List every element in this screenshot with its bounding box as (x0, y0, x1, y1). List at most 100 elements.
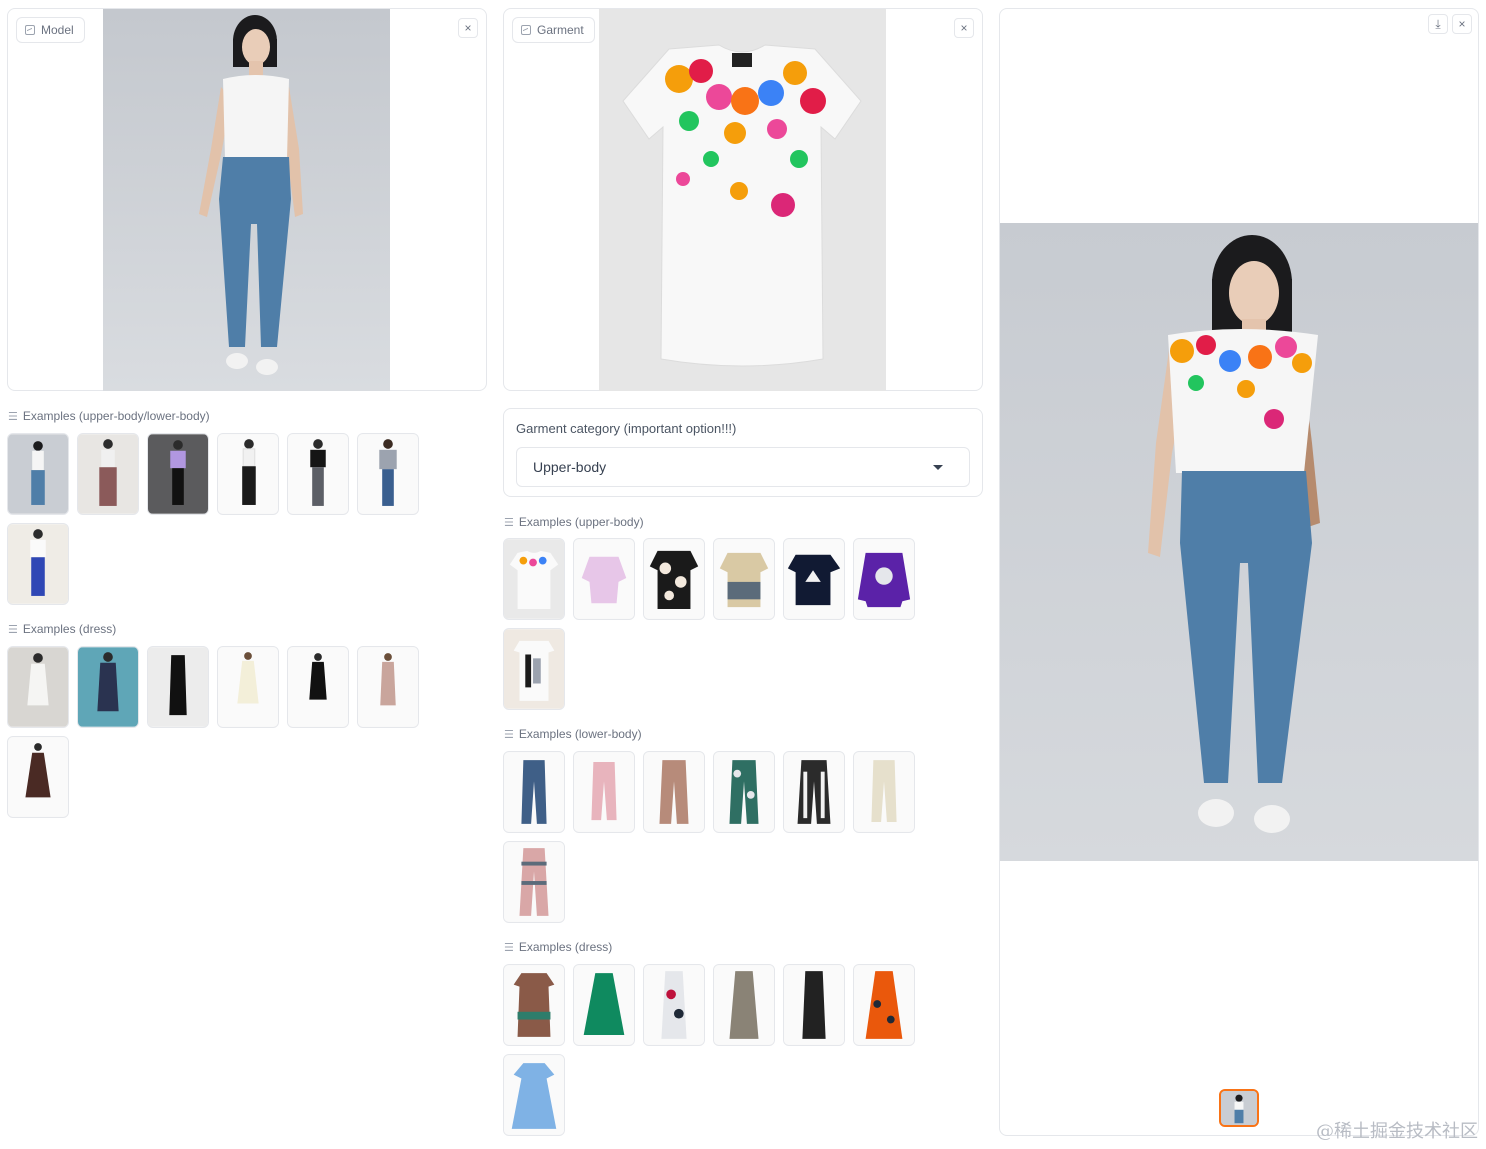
watermark: @稀土掘金技术社区 (1316, 1121, 1478, 1142)
result-image-panel: ⤓ × (999, 8, 1479, 1136)
example-garment-image (784, 752, 844, 832)
download-button[interactable]: ⤓ (1428, 14, 1448, 34)
example-model-image (288, 434, 348, 514)
example-garment-image (644, 752, 704, 832)
model-label-text: Model (41, 23, 74, 37)
example-model-image (218, 434, 278, 514)
example-model-image (218, 647, 278, 727)
example-garment-image (784, 539, 844, 619)
image-icon (25, 25, 35, 35)
example-garment-thumb[interactable] (643, 751, 705, 833)
example-garment-image (574, 752, 634, 832)
example-garment-thumb[interactable] (783, 964, 845, 1046)
example-garment-thumb[interactable] (503, 964, 565, 1046)
example-model-thumb[interactable] (147, 646, 209, 728)
example-garment-thumb[interactable] (503, 628, 565, 710)
example-garment-image (714, 539, 774, 619)
model-examples-upper-lower-label: ☰ Examples (upper-body/lower-body) (8, 409, 210, 423)
example-garment-image (574, 965, 634, 1045)
result-photo (1000, 223, 1478, 861)
model-photo (103, 9, 390, 391)
example-model-thumb[interactable] (287, 433, 349, 515)
model-label-badge: Model (16, 17, 85, 43)
example-garment-thumb[interactable] (783, 751, 845, 833)
example-model-image (148, 434, 208, 514)
result-thumbnail-image (1221, 1091, 1257, 1125)
example-garment-image (574, 539, 634, 619)
example-garment-image (714, 752, 774, 832)
example-garment-thumb[interactable] (853, 964, 915, 1046)
example-model-image (148, 647, 208, 727)
example-model-thumb[interactable] (7, 433, 69, 515)
image-icon (521, 25, 531, 35)
example-garment-thumb[interactable] (573, 538, 635, 620)
example-model-thumb[interactable] (77, 433, 139, 515)
clear-model-button[interactable]: × (458, 18, 478, 38)
example-garment-image (854, 539, 914, 619)
example-garment-image (504, 629, 564, 709)
result-thumbnail[interactable] (1219, 1089, 1259, 1127)
model-image-panel[interactable]: Model × (7, 8, 487, 391)
example-model-thumb[interactable] (217, 646, 279, 728)
list-icon: ☰ (504, 516, 514, 529)
example-garment-image (784, 965, 844, 1045)
garment-examples-upper-label: ☰ Examples (upper-body) (504, 515, 644, 529)
example-model-thumb[interactable] (77, 646, 139, 728)
garment-examples-lower-label: ☰ Examples (lower-body) (504, 727, 642, 741)
example-model-thumb[interactable] (217, 433, 279, 515)
garment-category-dropdown[interactable]: Upper-body (516, 447, 970, 487)
example-model-thumb[interactable] (357, 433, 419, 515)
caret-down-icon (933, 465, 943, 470)
example-garment-thumb[interactable] (503, 751, 565, 833)
garment-category-title: Garment category (important option!!!) (516, 421, 737, 436)
example-garment-thumb[interactable] (713, 751, 775, 833)
model-examples-upper-lower-text: Examples (upper-body/lower-body) (22, 409, 210, 423)
example-model-thumb[interactable] (7, 646, 69, 728)
example-model-thumb[interactable] (357, 646, 419, 728)
clear-result-button[interactable]: × (1452, 14, 1472, 34)
example-garment-image (644, 539, 704, 619)
example-model-image (78, 434, 138, 514)
example-model-thumb[interactable] (7, 736, 69, 818)
example-garment-image (854, 752, 914, 832)
garment-category-value: Upper-body (533, 459, 607, 475)
example-garment-thumb[interactable] (573, 964, 635, 1046)
example-garment-image (504, 842, 564, 922)
example-model-image (8, 434, 68, 514)
example-garment-thumb[interactable] (853, 538, 915, 620)
example-garment-thumb[interactable] (783, 538, 845, 620)
example-model-image (8, 524, 68, 604)
example-model-thumb[interactable] (287, 646, 349, 728)
example-garment-thumb[interactable] (853, 751, 915, 833)
example-model-image (8, 647, 68, 727)
example-garment-thumb[interactable] (713, 538, 775, 620)
example-model-image (78, 647, 138, 727)
example-model-thumb[interactable] (7, 523, 69, 605)
example-garment-thumb[interactable] (713, 964, 775, 1046)
garment-examples-upper-text: Examples (upper-body) (518, 515, 644, 529)
example-garment-image (504, 965, 564, 1045)
example-garment-thumb[interactable] (643, 964, 705, 1046)
example-model-image (288, 647, 348, 727)
example-garment-image (714, 965, 774, 1045)
example-garment-thumb[interactable] (503, 841, 565, 923)
list-icon: ☰ (8, 623, 18, 636)
example-garment-image (644, 965, 704, 1045)
garment-category-card: Garment category (important option!!!) U… (503, 408, 983, 497)
garment-label-badge: Garment (512, 17, 595, 43)
example-garment-thumb[interactable] (503, 1054, 565, 1136)
example-garment-thumb[interactable] (643, 538, 705, 620)
garment-image-panel[interactable]: Garment × (503, 8, 983, 391)
example-garment-image (854, 965, 914, 1045)
example-garment-image (504, 1055, 564, 1135)
clear-garment-button[interactable]: × (954, 18, 974, 38)
model-examples-dress-label: ☰ Examples (dress) (8, 622, 116, 636)
example-model-image (358, 434, 418, 514)
garment-examples-lower-text: Examples (lower-body) (518, 727, 642, 741)
example-garment-thumb[interactable] (573, 751, 635, 833)
example-garment-thumb[interactable] (503, 538, 565, 620)
example-model-thumb[interactable] (147, 433, 209, 515)
garment-photo (599, 9, 886, 391)
example-model-image (358, 647, 418, 727)
garment-examples-dress-text: Examples (dress) (518, 940, 613, 954)
